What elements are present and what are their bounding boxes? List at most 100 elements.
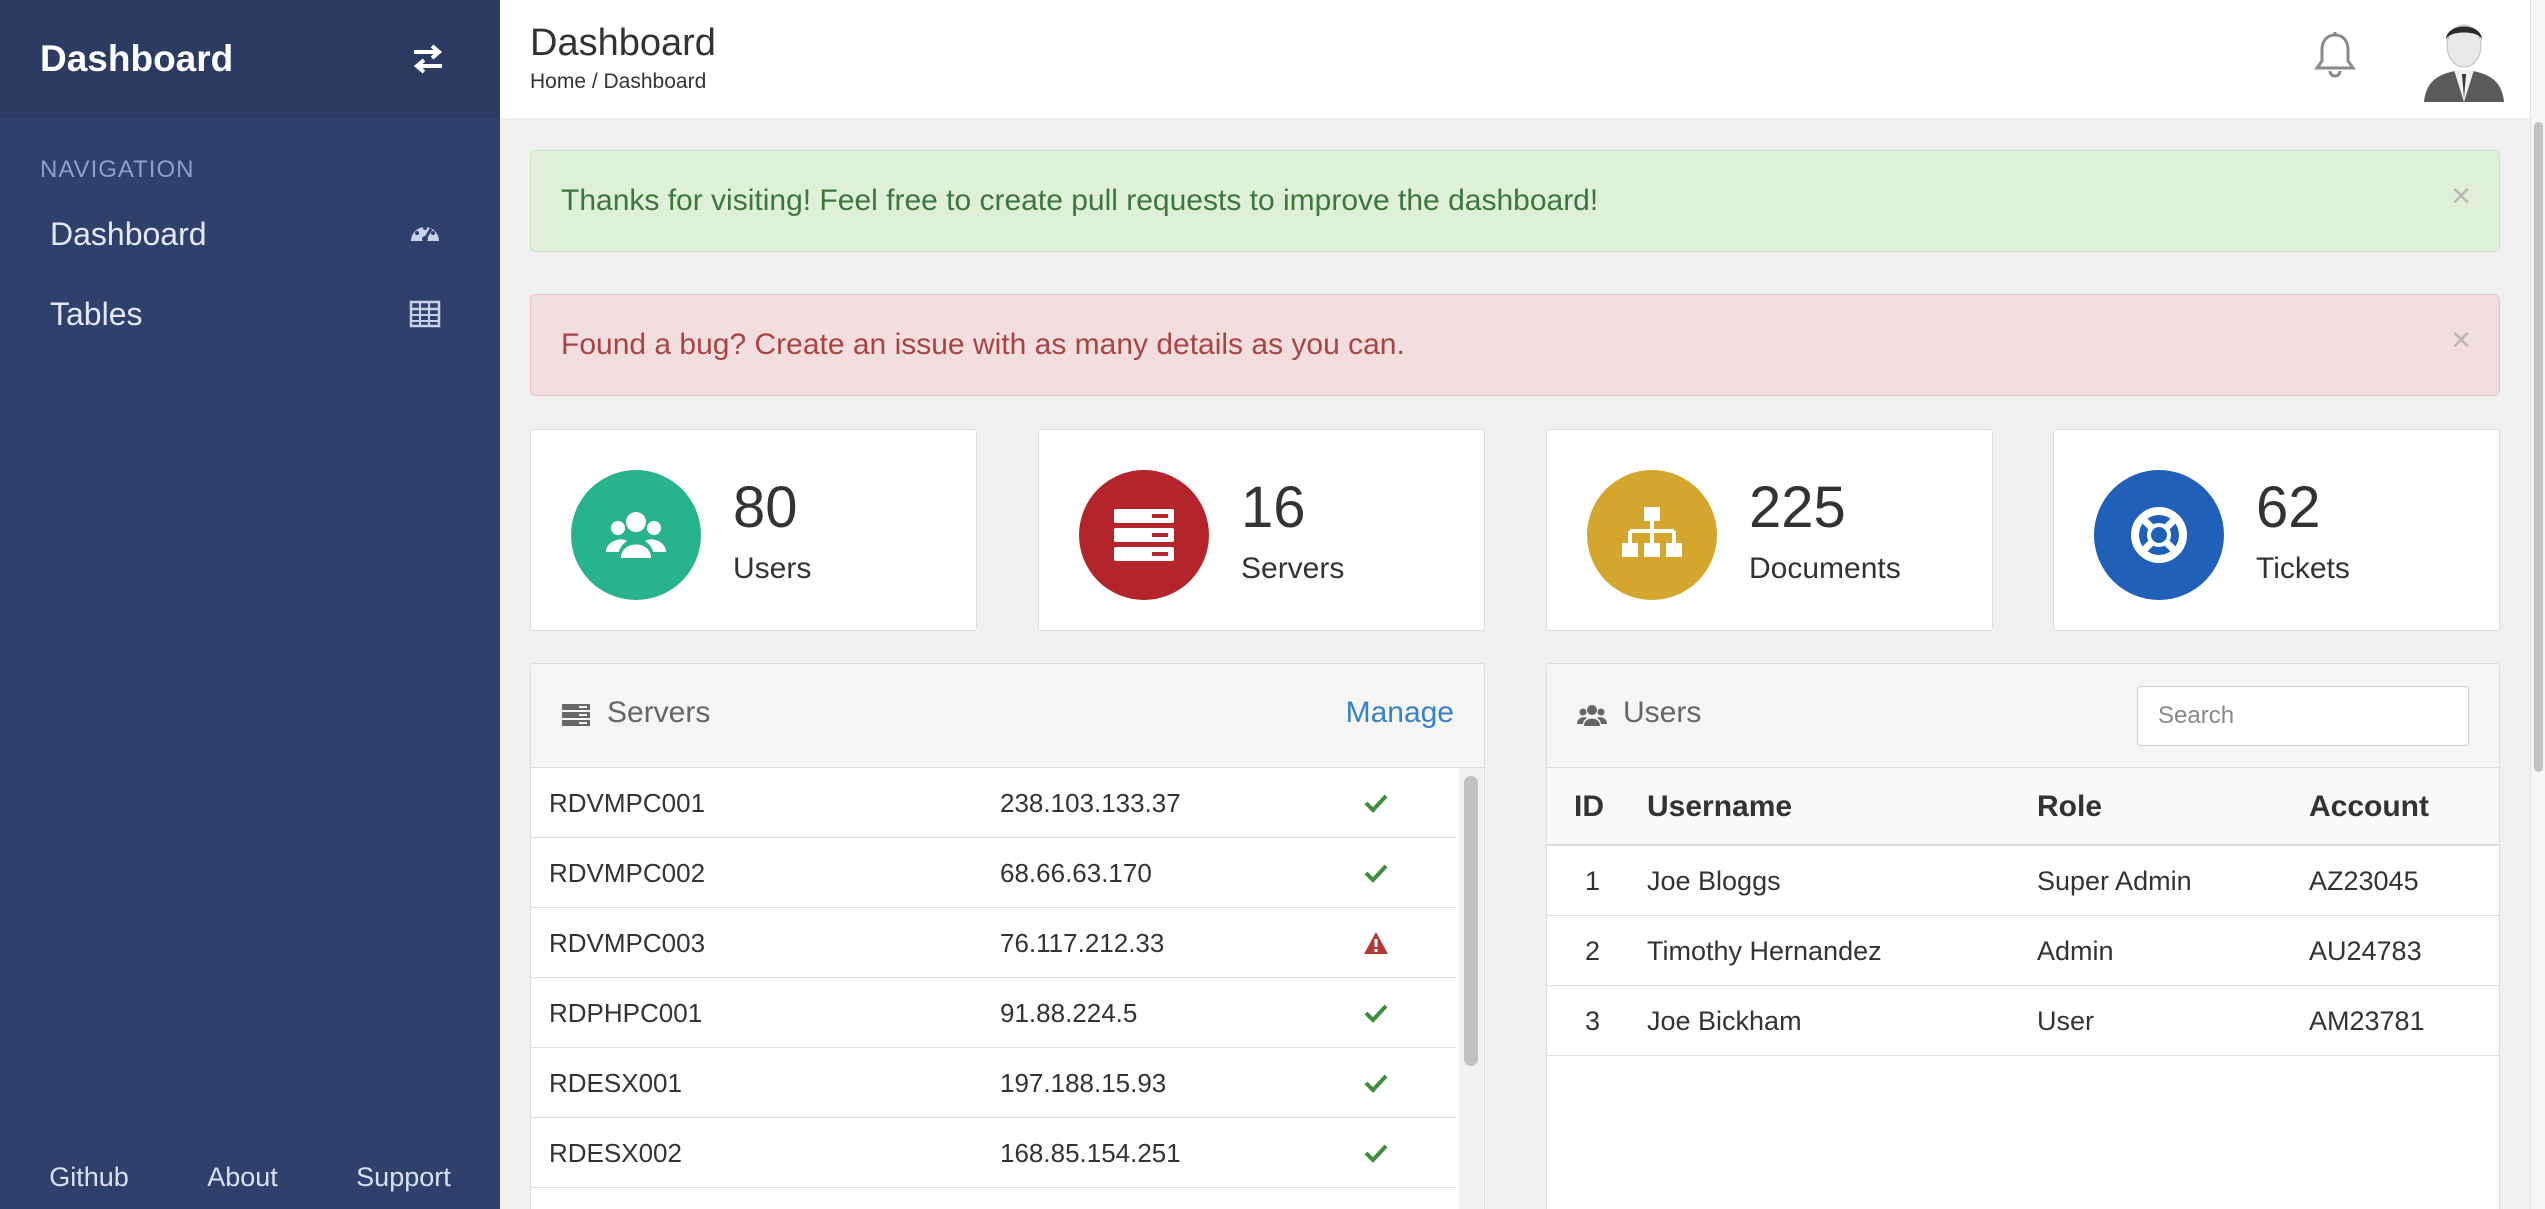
- server-name: RDVMPC002: [549, 858, 706, 888]
- server-name: RDESX002: [549, 1138, 682, 1168]
- alert-danger-text: Found a bug? Create an issue with as man…: [561, 328, 1405, 361]
- server-icon: [562, 704, 590, 726]
- server-ip: 168.85.154.251: [1000, 1138, 1181, 1168]
- tachometer-icon: [411, 226, 439, 242]
- cell-account: AU24783: [2309, 936, 2422, 966]
- cell-account: AM23781: [2309, 1006, 2425, 1036]
- server-ip: 68.66.63.170: [1000, 858, 1152, 888]
- alert-success-text: Thanks for visiting! Feel free to create…: [561, 184, 1599, 217]
- scrollbar-thumb[interactable]: [1464, 776, 1478, 1066]
- cell-username: Joe Bloggs: [1647, 866, 1781, 896]
- stat-card-documents: 225 Documents: [1546, 429, 1993, 631]
- page-scrollbar[interactable]: [2530, 0, 2545, 1209]
- stat-icon-circle: [1587, 470, 1717, 600]
- sidebar-item-tables[interactable]: Tables: [0, 274, 500, 354]
- table-row[interactable]: RDPHPC001 91.88.224.5: [531, 978, 1456, 1048]
- footer-link-support[interactable]: Support: [356, 1162, 451, 1193]
- close-icon[interactable]: ×: [2451, 177, 2471, 216]
- table-row[interactable]: RDVMPC003 76.117.212.33: [531, 908, 1456, 978]
- server-name: RDPHPC001: [549, 998, 703, 1028]
- server-icon: [1114, 509, 1174, 561]
- server-name: RDESX001: [549, 1068, 682, 1098]
- sidebar-header: Dashboard: [0, 0, 500, 118]
- top-bar: Dashboard Home / Dashboard: [500, 0, 2530, 118]
- panel-title: Servers: [607, 696, 711, 729]
- panel-title: Users: [1623, 696, 1702, 729]
- footer-link-github[interactable]: Github: [49, 1162, 129, 1193]
- server-ip: 91.88.224.5: [1000, 998, 1138, 1028]
- server-ip: 238.103.133.37: [1000, 788, 1181, 818]
- stat-value: 16: [1241, 475, 1306, 540]
- stat-value: 80: [733, 475, 798, 540]
- users-table-header: ID Username Role Account: [1547, 768, 2499, 846]
- server-ip: 197.188.15.93: [1000, 1068, 1167, 1098]
- check-icon: [1364, 1144, 1388, 1163]
- servers-panel: Servers Manage RDVMPC001 238.103.133.37 RD…: [530, 663, 1485, 1209]
- table-icon: [409, 300, 441, 328]
- table-row[interactable]: RDESX002 168.85.154.251: [531, 1118, 1456, 1188]
- manage-link[interactable]: Manage: [1346, 696, 1454, 730]
- cell-username: Timothy Hernandez: [1647, 936, 1882, 966]
- stat-card-users: 80 Users: [530, 429, 977, 631]
- servers-scrollbar[interactable]: [1459, 768, 1483, 1209]
- stat-value: 225: [1749, 475, 1846, 540]
- table-row[interactable]: RDESX001 197.188.15.93: [531, 1048, 1456, 1118]
- server-name: RDVMPC003: [549, 928, 706, 958]
- stat-icon-circle: [2094, 470, 2224, 600]
- nav-section-label: NAVIGATION: [40, 156, 195, 183]
- table-row[interactable]: RDVMPC002 68.66.63.170: [531, 838, 1456, 908]
- stat-card-servers: 16 Servers: [1038, 429, 1485, 631]
- server-ip: 76.117.212.33: [1000, 928, 1165, 958]
- page-title: Dashboard: [530, 22, 716, 64]
- life-ring-icon: [2131, 507, 2187, 563]
- close-icon[interactable]: ×: [2451, 321, 2471, 360]
- table-row[interactable]: 3 Joe Bickham User AM23781: [1547, 986, 2499, 1056]
- stat-label: Tickets: [2256, 552, 2350, 585]
- cell-role: Admin: [2037, 936, 2114, 966]
- footer-link-about[interactable]: About: [207, 1162, 278, 1193]
- sidebar-item-label: Dashboard: [50, 215, 207, 252]
- bell-icon[interactable]: [2312, 30, 2358, 80]
- alert-success: Thanks for visiting! Feel free to create…: [530, 150, 2500, 252]
- servers-panel-header: Servers Manage: [531, 664, 1484, 768]
- sidebar: Dashboard NAVIGATION Dashboard Tables Gi…: [0, 0, 500, 1209]
- check-icon: [1364, 1074, 1388, 1093]
- alert-danger: Found a bug? Create an issue with as man…: [530, 294, 2500, 396]
- cell-id: 2: [1585, 936, 1601, 966]
- stat-icon-circle: [1079, 470, 1209, 600]
- check-icon: [1364, 864, 1388, 883]
- column-header-account[interactable]: Account: [2309, 790, 2429, 824]
- warning-icon: [1364, 932, 1388, 954]
- breadcrumb[interactable]: Home / Dashboard: [530, 70, 706, 94]
- cell-id: 3: [1585, 1006, 1601, 1036]
- table-row[interactable]: 2 Timothy Hernandez Admin AU24783: [1547, 916, 2499, 986]
- sidebar-item-label: Tables: [50, 295, 143, 332]
- stat-label: Servers: [1241, 552, 1345, 585]
- users-icon: [606, 512, 666, 558]
- cell-id: 1: [1585, 866, 1601, 896]
- swap-arrows-icon[interactable]: [408, 39, 448, 79]
- users-panel: Users ID Username Role Account 1 Joe Blog…: [1546, 663, 2500, 1209]
- search-input[interactable]: [2137, 686, 2469, 746]
- column-header-username[interactable]: Username: [1647, 790, 1792, 824]
- cell-account: AZ23045: [2309, 866, 2419, 896]
- column-header-id[interactable]: ID: [1574, 790, 1604, 824]
- cell-username: Joe Bickham: [1647, 1006, 1802, 1036]
- table-row[interactable]: [531, 1188, 1456, 1209]
- server-name: RDVMPC001: [549, 788, 706, 818]
- table-row[interactable]: RDVMPC001 238.103.133.37: [531, 768, 1456, 838]
- scrollbar-thumb[interactable]: [2534, 122, 2543, 772]
- table-row[interactable]: 1 Joe Bloggs Super Admin AZ23045: [1547, 846, 2499, 916]
- check-icon: [1364, 794, 1388, 813]
- sidebar-item-dashboard[interactable]: Dashboard: [0, 194, 500, 274]
- cell-role: User: [2037, 1006, 2095, 1036]
- sitemap-icon: [1622, 507, 1682, 557]
- sidebar-footer: Github About Support: [0, 1145, 500, 1209]
- column-header-role[interactable]: Role: [2037, 790, 2102, 824]
- stat-label: Documents: [1749, 552, 1901, 585]
- users-panel-header: Users: [1547, 664, 2499, 768]
- stat-value: 62: [2256, 475, 2321, 540]
- users-icon: [1577, 705, 1607, 726]
- avatar[interactable]: [2422, 16, 2506, 102]
- check-icon: [1364, 1004, 1388, 1023]
